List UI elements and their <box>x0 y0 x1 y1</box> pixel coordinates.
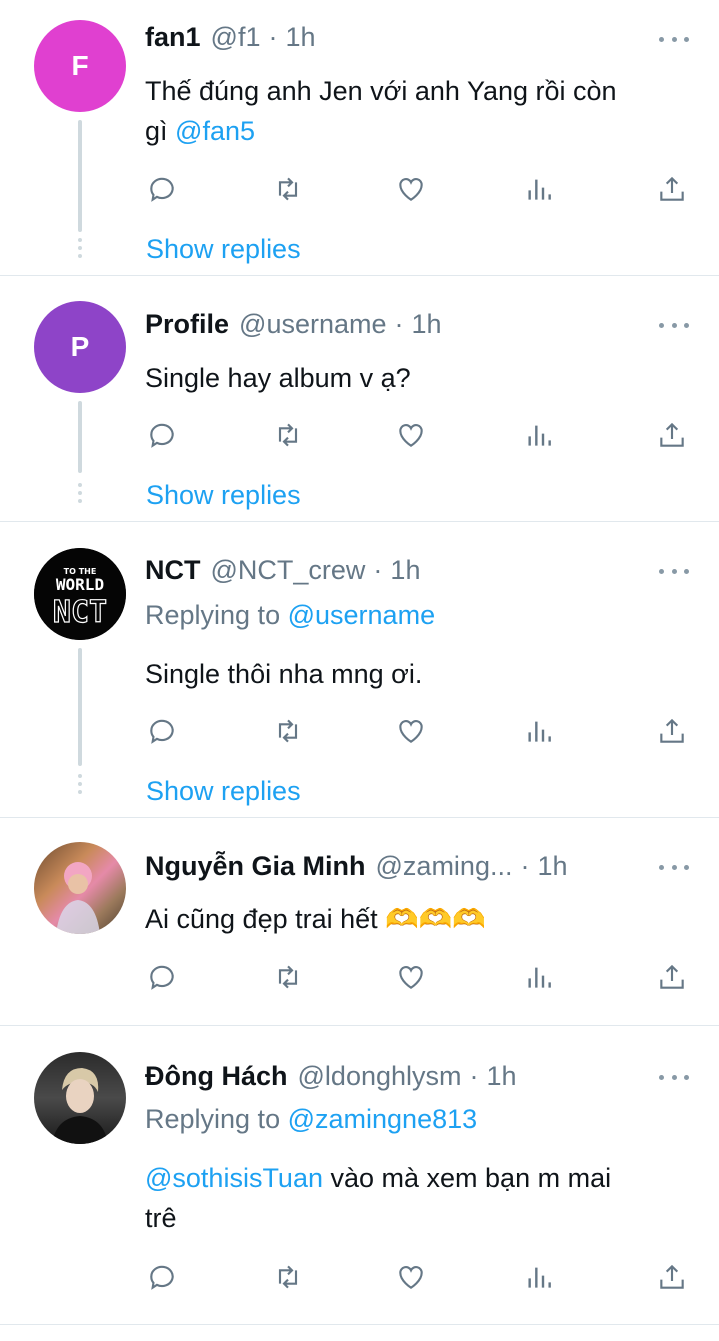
show-replies-link[interactable]: Show replies <box>146 234 301 265</box>
mention-link[interactable]: @fan5 <box>175 116 255 146</box>
thread-dots <box>78 774 82 798</box>
tweet-actions <box>145 960 693 996</box>
retweet-icon[interactable] <box>271 714 305 748</box>
divider <box>0 275 719 276</box>
display-name[interactable]: Nguyễn Gia Minh <box>145 851 366 882</box>
separator: · <box>469 1061 479 1091</box>
avatar-nct[interactable]: TO THE WORLD NCT <box>34 548 126 640</box>
retweet-icon[interactable] <box>271 172 305 206</box>
timestamp[interactable]: 1h <box>537 851 567 882</box>
tweet-header: NCT @NCT_crew · 1h <box>145 555 420 595</box>
tweet-text: Single hay album v ạ? <box>145 363 411 393</box>
display-name[interactable]: Đông Hách <box>145 1061 288 1092</box>
reply-icon[interactable] <box>145 172 179 206</box>
user-handle[interactable]: @zaming... <box>376 851 513 882</box>
more-options-icon[interactable] <box>659 1071 689 1083</box>
thread-line <box>78 401 82 473</box>
timestamp[interactable]: 1h <box>390 555 420 586</box>
replying-to: Replying to @zamingne813 <box>145 1104 478 1134</box>
more-options-icon[interactable] <box>659 861 689 873</box>
share-icon[interactable] <box>655 1260 689 1294</box>
tweet-text: @sothisisTuan vào mà xem bạn m mai trê <box>145 1163 612 1233</box>
retweet-icon[interactable] <box>271 418 305 452</box>
timestamp[interactable]: 1h <box>487 1061 517 1092</box>
tweet-actions <box>145 418 693 454</box>
reply-icon[interactable] <box>145 418 179 452</box>
separator: · <box>520 851 530 881</box>
tweet-header: Profile @username · 1h <box>145 309 442 349</box>
reply-icon[interactable] <box>145 960 179 994</box>
more-options-icon[interactable] <box>659 33 689 45</box>
replying-to-mention[interactable]: @zamingne813 <box>288 1104 478 1134</box>
like-icon[interactable] <box>394 1260 428 1294</box>
retweet-icon[interactable] <box>271 960 305 994</box>
avatar-fan1[interactable]: F <box>34 20 126 112</box>
tweet-actions <box>145 1260 693 1296</box>
separator: · <box>373 555 383 585</box>
nct-logo-image: TO THE WORLD NCT <box>34 548 126 640</box>
analytics-icon[interactable] <box>522 172 556 206</box>
timestamp[interactable]: 1h <box>285 22 315 53</box>
divider <box>0 817 719 818</box>
share-icon[interactable] <box>655 960 689 994</box>
show-replies-link[interactable]: Show replies <box>146 480 301 511</box>
share-icon[interactable] <box>655 714 689 748</box>
more-options-icon[interactable] <box>659 319 689 331</box>
tweet-header: Đông Hách @ldonghlysm · 1h <box>145 1061 517 1101</box>
user-handle[interactable]: @ldonghlysm <box>298 1061 462 1092</box>
thread-line <box>78 648 82 766</box>
like-icon[interactable] <box>394 714 428 748</box>
display-name[interactable]: fan1 <box>145 22 201 53</box>
avatar-profile[interactable]: P <box>34 301 126 393</box>
svg-text:NCT: NCT <box>53 595 107 630</box>
thread-line <box>78 120 82 232</box>
retweet-icon[interactable] <box>271 1260 305 1294</box>
analytics-icon[interactable] <box>522 960 556 994</box>
timestamp[interactable]: 1h <box>412 309 442 340</box>
display-name[interactable]: Profile <box>145 309 229 340</box>
mention-link[interactable]: @sothisisTuan <box>145 1163 323 1193</box>
user-handle[interactable]: @f1 <box>211 22 261 53</box>
display-name[interactable]: NCT <box>145 555 201 586</box>
show-replies-link[interactable]: Show replies <box>146 776 301 807</box>
tweet-text: Ai cũng đẹp trai hết 🫶🫶🫶 <box>145 904 487 934</box>
separator: · <box>394 309 404 339</box>
share-icon[interactable] <box>655 418 689 452</box>
analytics-icon[interactable] <box>522 714 556 748</box>
thread-dots <box>78 238 82 262</box>
reply-icon[interactable] <box>145 714 179 748</box>
more-options-icon[interactable] <box>659 565 689 577</box>
svg-text:WORLD: WORLD <box>56 575 104 594</box>
analytics-icon[interactable] <box>522 418 556 452</box>
tweet-header: fan1 @f1 · 1h <box>145 22 316 62</box>
like-icon[interactable] <box>394 418 428 452</box>
thread-dots <box>78 483 82 507</box>
like-icon[interactable] <box>394 960 428 994</box>
divider <box>0 521 719 522</box>
analytics-icon[interactable] <box>522 1260 556 1294</box>
replying-to-mention[interactable]: @username <box>288 600 435 630</box>
user-handle[interactable]: @NCT_crew <box>211 555 366 586</box>
replying-to: Replying to @username <box>145 600 436 630</box>
separator: · <box>268 22 278 52</box>
avatar-photo[interactable] <box>34 842 126 934</box>
tweet-actions <box>145 714 693 750</box>
divider <box>0 1324 719 1325</box>
like-icon[interactable] <box>394 172 428 206</box>
tweet-actions <box>145 172 693 208</box>
divider <box>0 1025 719 1026</box>
tweet-text: Single thôi nha mng ơi. <box>145 659 423 689</box>
tweet-text: Thế đúng anh Jen với anh Yang rồi còn gì… <box>145 76 617 146</box>
avatar-photo[interactable] <box>34 1052 126 1144</box>
user-handle[interactable]: @username <box>239 309 386 340</box>
tweet-header: Nguyễn Gia Minh @zaming... · 1h <box>145 851 568 891</box>
reply-icon[interactable] <box>145 1260 179 1294</box>
share-icon[interactable] <box>655 172 689 206</box>
